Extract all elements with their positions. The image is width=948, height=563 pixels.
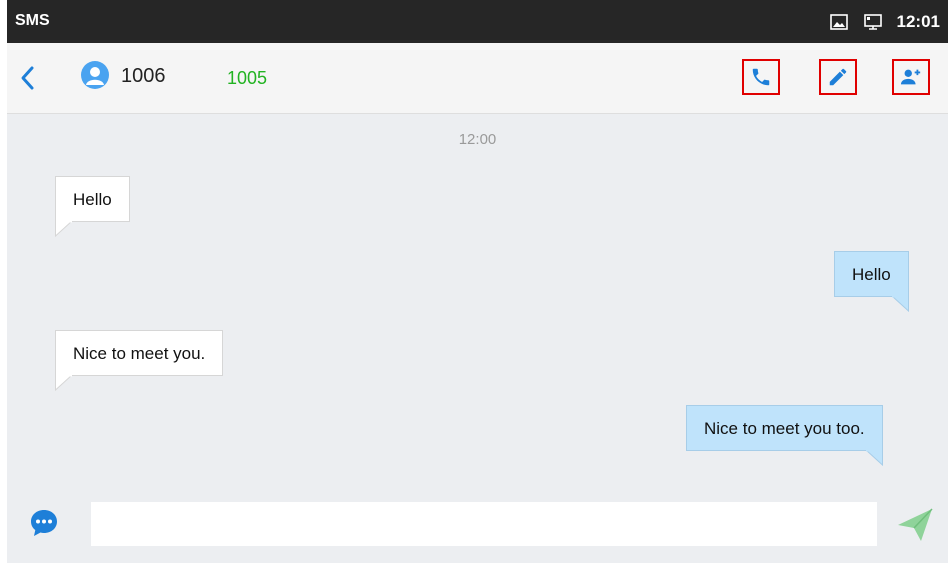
send-icon[interactable] bbox=[895, 505, 935, 545]
contact-name: 1006 bbox=[121, 65, 166, 87]
incoming-message[interactable]: Hello bbox=[55, 176, 130, 237]
picture-icon bbox=[829, 14, 848, 30]
message-input[interactable] bbox=[91, 502, 877, 546]
outgoing-message[interactable]: Nice to meet you too. bbox=[686, 405, 883, 466]
pencil-icon bbox=[829, 68, 847, 86]
bubble-tail bbox=[55, 375, 73, 391]
status-indicators: 12:01 bbox=[829, 10, 940, 34]
bubble-tail bbox=[55, 221, 73, 237]
message-timestamp: 12:00 bbox=[458, 131, 497, 148]
call-button[interactable] bbox=[742, 59, 780, 95]
bubble-tail bbox=[864, 450, 883, 466]
phone-icon bbox=[752, 68, 770, 86]
message-text: Hello bbox=[852, 265, 891, 284]
edit-button[interactable] bbox=[819, 59, 857, 95]
conversation-header: 1006 1005 bbox=[7, 43, 948, 114]
message-text: Nice to meet you. bbox=[73, 344, 206, 363]
sms-app-window: SMS 12:01 1006 1005 12:00 Hello Hello Ni… bbox=[7, 0, 948, 563]
bubble-tail bbox=[891, 296, 909, 312]
contact-number: 1005 bbox=[227, 68, 268, 88]
message-text: Nice to meet you too. bbox=[704, 419, 865, 438]
person-avatar-icon bbox=[81, 61, 109, 89]
message-text: Hello bbox=[73, 190, 112, 209]
desktop-icon bbox=[863, 14, 882, 30]
chat-bubble-icon[interactable] bbox=[29, 508, 59, 538]
add-contact-button[interactable] bbox=[892, 59, 930, 95]
status-time: 12:01 bbox=[896, 12, 940, 31]
status-bar: SMS 12:01 bbox=[7, 0, 948, 43]
outgoing-message[interactable]: Hello bbox=[834, 251, 909, 312]
person-add-icon bbox=[900, 69, 921, 85]
status-app-label: SMS bbox=[15, 12, 50, 29]
incoming-message[interactable]: Nice to meet you. bbox=[55, 330, 224, 391]
chevron-left-icon[interactable] bbox=[17, 65, 39, 91]
